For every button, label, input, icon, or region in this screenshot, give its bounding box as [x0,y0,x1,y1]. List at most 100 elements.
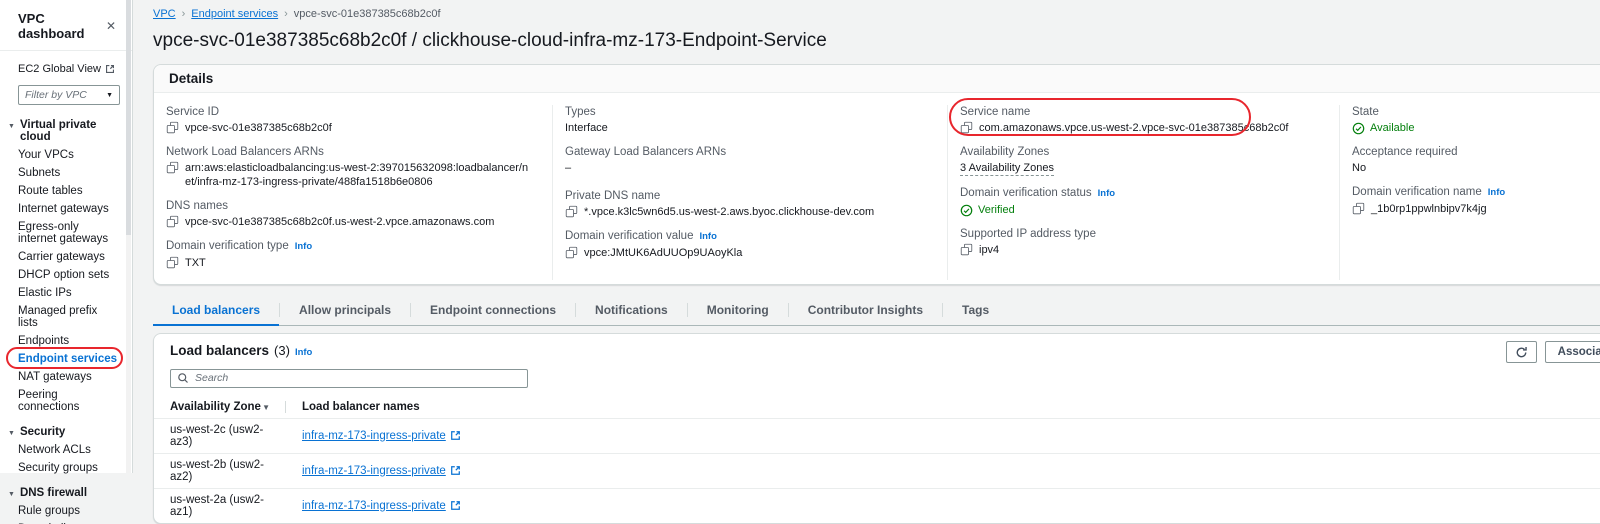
main-content: VPC › Endpoint services › vpce-svc-01e38… [134,0,1600,524]
table-row: us-west-2b (usw2-az2) infra-mz-173-ingre… [154,453,1600,488]
nlb-arn-value: arn:aws:elasticloadbalancing:us-west-2:3… [185,161,534,189]
tab-monitoring[interactable]: Monitoring [688,295,788,325]
breadcrumb-chevron-icon: › [284,8,288,20]
sidebar-section-security[interactable]: ▼ Security [8,426,122,438]
sidebar-item-network-acls[interactable]: Network ACLs [18,444,118,456]
field-domain-verification-value: Domain verification value Info vpce:JMtU… [565,229,929,260]
sidebar-title: VPC dashboard [18,11,104,41]
external-link-icon [450,500,461,511]
load-balancers-table: Availability Zone ▼ Load balancer names … [154,396,1600,523]
external-link-icon [450,430,461,441]
ec2-global-view-link[interactable]: EC2 Global View [18,63,122,75]
info-link[interactable]: Info [1098,187,1115,201]
availability-zones-link[interactable]: 3 Availability Zones [960,161,1054,176]
sidebar-item-managed-prefix-lists[interactable]: Managed prefix lists [18,305,118,329]
sidebar-item-peering-connections[interactable]: Peering connections [18,389,118,413]
info-link[interactable]: Info [295,347,312,358]
field-service-name: Service name com.amazonaws.vpce.us-west-… [960,105,1321,135]
copy-icon[interactable] [565,205,578,218]
state-value: Available [1370,121,1414,135]
load-balancers-panel: Load balancers (3) Info Associate Availa… [153,333,1600,524]
breadcrumb-vpc-link[interactable]: VPC [153,8,176,20]
tab-tags[interactable]: Tags [943,295,1008,325]
caret-down-icon: ▼ [8,430,15,437]
check-circle-icon [1352,122,1365,135]
sidebar-scrollbar[interactable] [126,0,131,473]
external-link-icon [450,465,461,476]
domain-verification-status-value: Verified [978,203,1015,217]
tab-allow-principals[interactable]: Allow principals [280,295,410,325]
copy-icon[interactable] [565,246,578,259]
sidebar-item-endpoint-services[interactable]: Endpoint services [18,353,118,365]
filter-by-vpc-select[interactable]: Filter by VPC ▼ [18,85,120,105]
field-private-dns-name: Private DNS name *.vpce.k3lc5wn6d5.us-we… [565,189,929,219]
field-domain-verification-name: Domain verification name Info _1b0rp1ppw… [1352,185,1600,216]
sidebar-item-internet-gateways[interactable]: Internet gateways [18,203,118,215]
details-title: Details [169,71,1600,86]
copy-icon[interactable] [166,256,179,269]
column-header-availability-zone[interactable]: Availability Zone ▼ [154,396,286,419]
sidebar-item-subnets[interactable]: Subnets [18,167,118,179]
copy-icon[interactable] [166,121,179,134]
copy-icon[interactable] [166,215,179,228]
search-icon [177,372,189,384]
field-supported-ip: Supported IP address type ipv4 [960,227,1321,257]
page-title: vpce-svc-01e387385c68b2c0f / clickhouse-… [153,30,1600,52]
acceptance-required-value: No [1352,161,1366,175]
chevron-down-icon: ▼ [106,92,113,99]
field-domain-verification-status: Domain verification status Info Verified [960,186,1321,217]
copy-icon[interactable] [960,121,973,134]
search-input[interactable] [170,369,528,388]
copy-icon[interactable] [166,161,179,174]
external-link-icon [105,64,115,74]
column-header-load-balancer-names[interactable]: Load balancer names [286,396,1600,419]
sidebar-item-nat-gateways[interactable]: NAT gateways [18,371,118,383]
load-balancer-link[interactable]: infra-mz-173-ingress-private [302,500,461,512]
sidebar-item-elastic-ips[interactable]: Elastic IPs [18,287,118,299]
refresh-button[interactable] [1506,341,1537,363]
field-availability-zones: Availability Zones 3 Availability Zones [960,145,1321,176]
detail-tabs: Load balancers Allow principals Endpoint… [153,295,1600,326]
supported-ip-value: ipv4 [979,243,999,257]
caret-down-icon: ▼ [8,123,15,130]
field-domain-verification-type: Domain verification type Info TXT [166,239,534,270]
breadcrumb: VPC › Endpoint services › vpce-svc-01e38… [153,8,1600,20]
sidebar-item-your-vpcs[interactable]: Your VPCs [18,149,118,161]
details-panel: Details Service ID vpce-svc-01e387385c68… [153,64,1600,285]
associate-button[interactable]: Associate [1545,341,1600,363]
vpc-sidebar: VPC dashboard ✕ EC2 Global View Filter b… [0,0,133,473]
info-link[interactable]: Info [699,230,716,244]
field-types: Types Interface [565,105,929,135]
glb-arns-value: – [565,161,571,175]
dns-names-value: vpce-svc-01e387385c68b2c0f.us-west-2.vpc… [185,215,494,229]
copy-icon[interactable] [1352,202,1365,215]
tab-contributor-insights[interactable]: Contributor Insights [789,295,942,325]
sidebar-item-carrier-gateways[interactable]: Carrier gateways [18,251,118,263]
load-balancer-link[interactable]: infra-mz-173-ingress-private [302,465,461,477]
field-nlb-arns: Network Load Balancers ARNs arn:aws:elas… [166,145,534,189]
sidebar-item-security-groups[interactable]: Security groups [18,462,118,474]
sidebar-item-dhcp-option-sets[interactable]: DHCP option sets [18,269,118,281]
breadcrumb-chevron-icon: › [182,8,186,20]
info-link[interactable]: Info [295,240,312,254]
domain-verification-name-value: _1b0rp1ppwlnbipv7k4jg [1371,202,1487,216]
sidebar-section-virtual-private-cloud[interactable]: ▼ Virtual private cloud [8,119,122,143]
info-link[interactable]: Info [1488,186,1505,200]
sidebar-item-route-tables[interactable]: Route tables [18,185,118,197]
copy-icon[interactable] [960,243,973,256]
close-icon[interactable]: ✕ [104,19,118,33]
field-state: State Available [1352,105,1600,135]
table-row: us-west-2a (usw2-az1) infra-mz-173-ingre… [154,488,1600,523]
domain-verification-value-value: vpce:JMtUK6AdUUOp9UAoyKla [584,246,742,260]
tab-load-balancers[interactable]: Load balancers [153,295,279,326]
sidebar-item-egress-only-internet-gateways[interactable]: Egress-only internet gateways [18,221,118,245]
availability-zone-cell: us-west-2c (usw2-az3) [154,418,286,453]
sidebar-item-endpoints[interactable]: Endpoints [18,335,118,347]
availability-zone-cell: us-west-2b (usw2-az2) [154,453,286,488]
breadcrumb-endpoint-services-link[interactable]: Endpoint services [191,8,278,20]
tab-endpoint-connections[interactable]: Endpoint connections [411,295,575,325]
check-circle-icon [960,204,973,217]
load-balancers-count: (3) [274,343,290,358]
tab-notifications[interactable]: Notifications [576,295,687,325]
load-balancer-link[interactable]: infra-mz-173-ingress-private [302,430,461,442]
